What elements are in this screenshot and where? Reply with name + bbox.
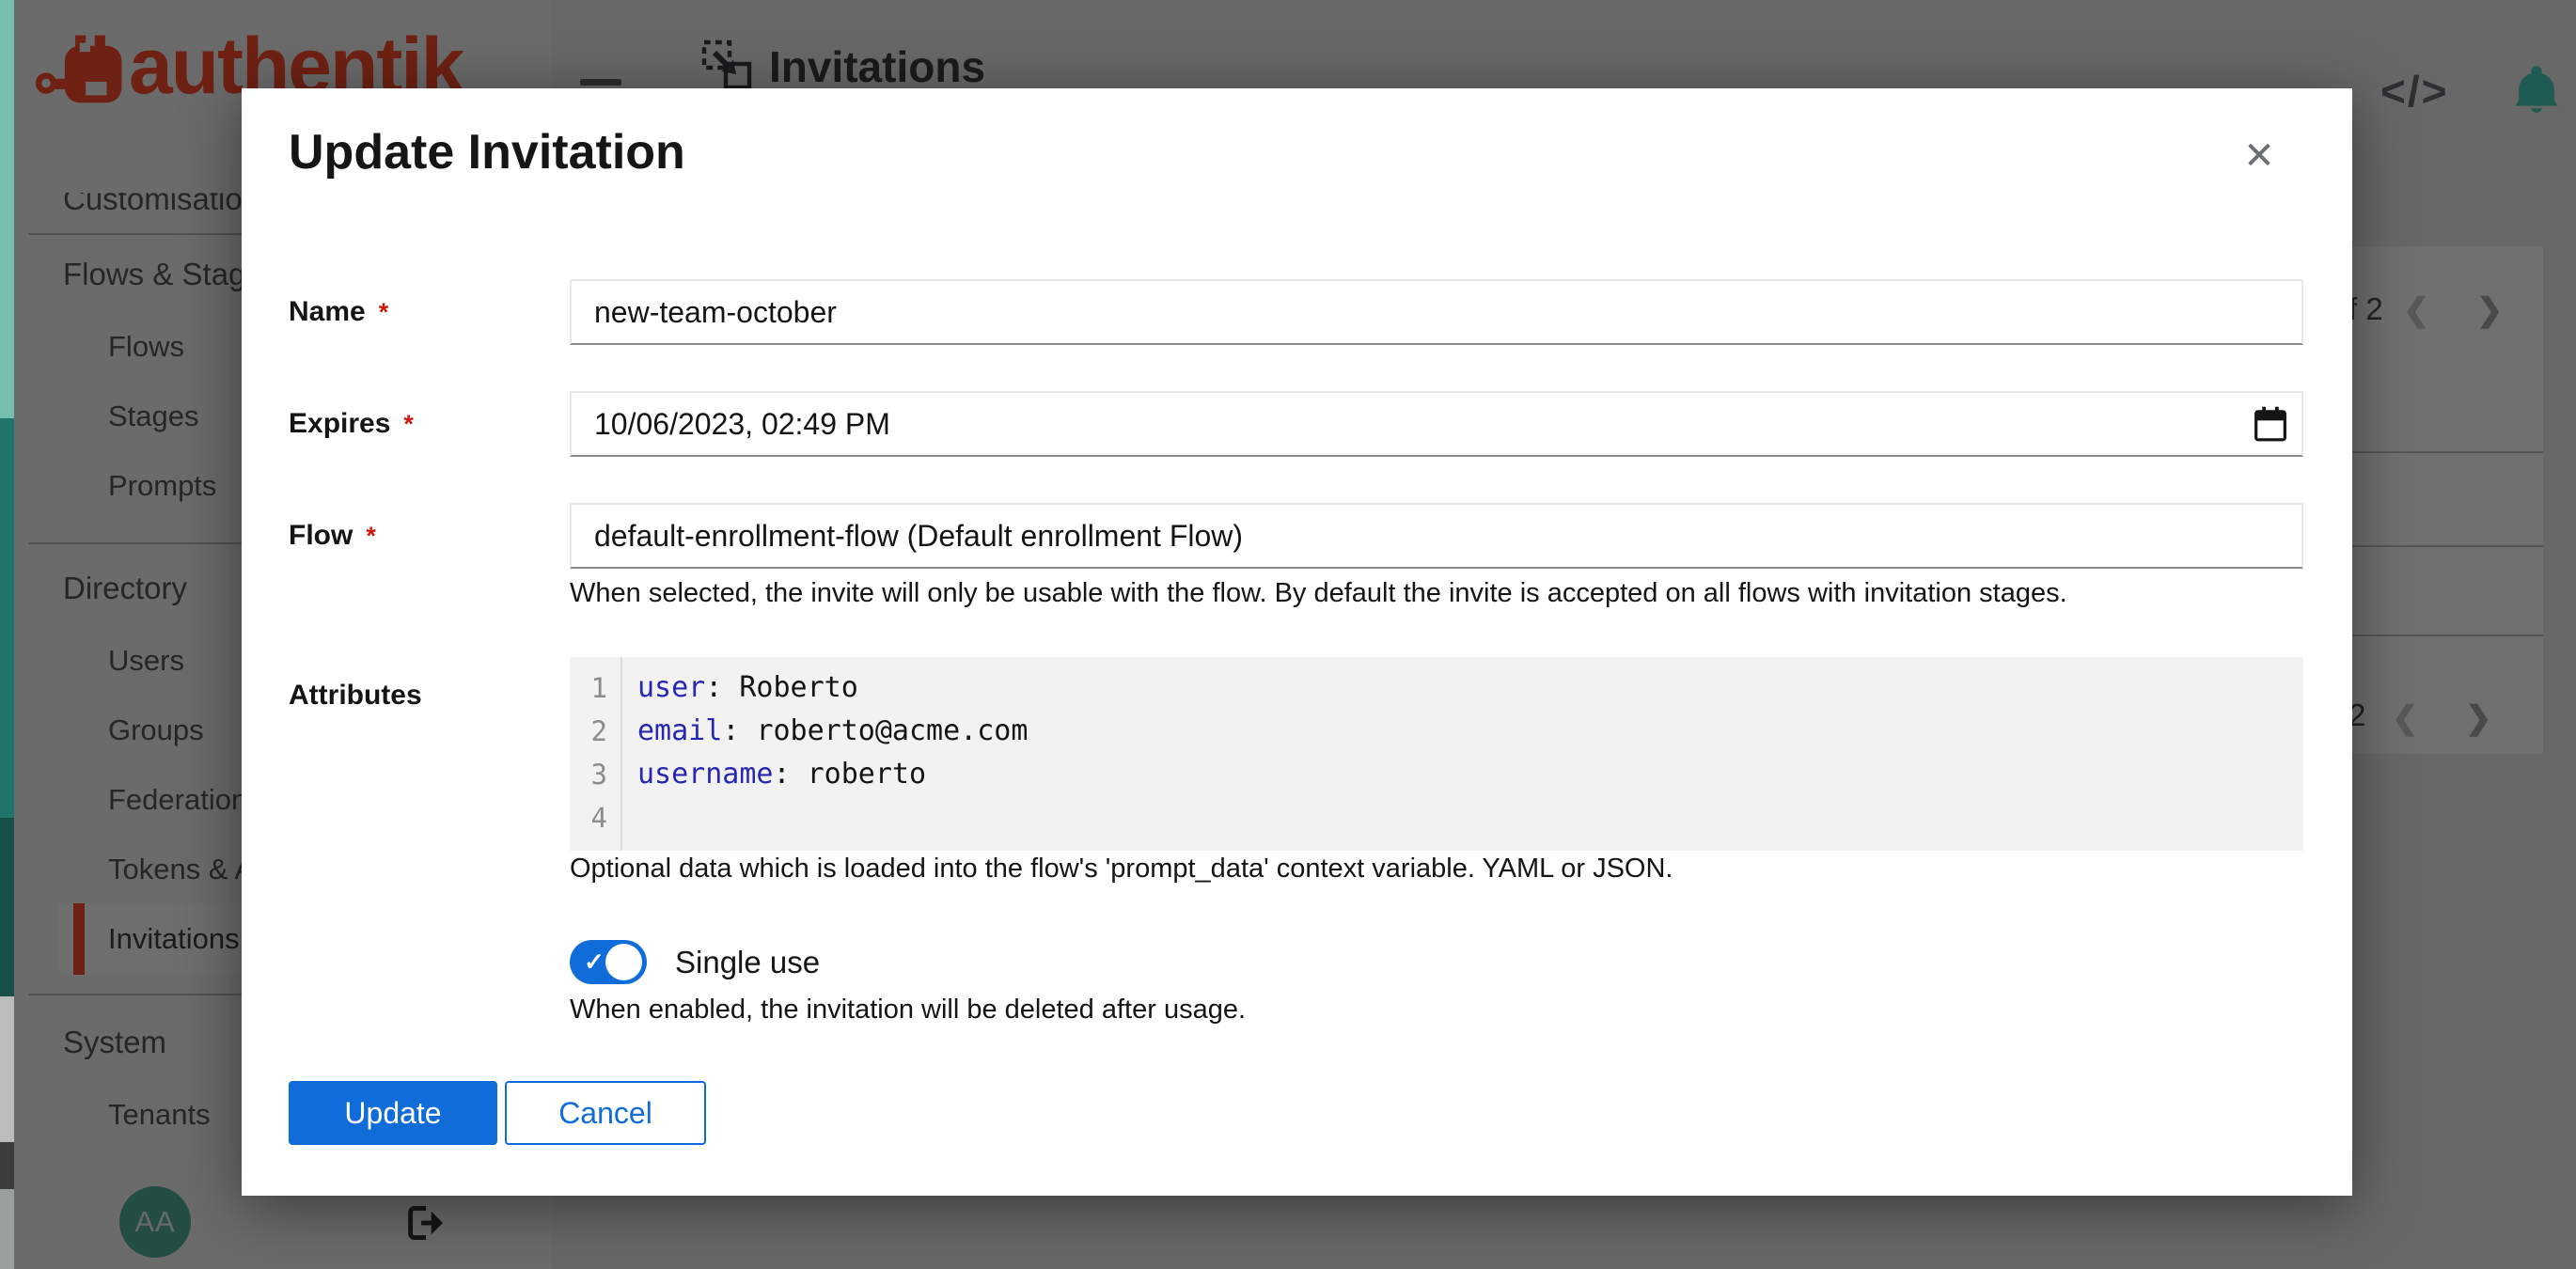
required-marker: * (366, 522, 376, 550)
code-line: 3username: roberto (570, 753, 2303, 796)
check-icon: ✓ (584, 940, 605, 984)
attributes-label: Attributes (289, 680, 422, 712)
code-line: 4 (570, 796, 2303, 839)
expires-input[interactable] (570, 391, 2303, 457)
flow-help-text: When selected, the invite will only be u… (570, 578, 2318, 609)
required-marker: * (379, 298, 389, 326)
attributes-code-editor[interactable]: 1user: Roberto 2email: roberto@acme.com … (570, 657, 2303, 851)
line-number: 4 (570, 796, 620, 839)
name-label: Name * (289, 296, 388, 328)
toggle-knob (605, 944, 642, 980)
calendar-icon[interactable] (2254, 406, 2287, 442)
modal-title: Update Invitation (289, 124, 685, 180)
label-text: Flow (289, 520, 353, 551)
code-line: 1user: Roberto (570, 666, 2303, 710)
cancel-button[interactable]: Cancel (505, 1081, 706, 1145)
line-number: 2 (570, 710, 620, 753)
code-text (620, 796, 637, 839)
label-text: Expires (289, 408, 390, 439)
update-button[interactable]: Update (289, 1081, 497, 1145)
line-number: 1 (570, 666, 620, 710)
single-use-help-text: When enabled, the invitation will be del… (570, 995, 2318, 1026)
close-icon[interactable]: ✕ (2233, 130, 2285, 182)
name-input[interactable] (570, 279, 2303, 345)
attributes-help-text: Optional data which is loaded into the f… (570, 854, 2318, 885)
single-use-toggle[interactable]: ✓ (570, 940, 647, 984)
single-use-label: Single use (675, 940, 820, 984)
gutter-divider (620, 657, 622, 851)
update-invitation-modal: Update Invitation ✕ Name * Expires * Flow *… (242, 88, 2352, 1196)
label-text: Name (289, 296, 366, 327)
label-text: Attributes (289, 680, 422, 711)
code-text: email: roberto@acme.com (620, 710, 1028, 753)
flow-label: Flow * (289, 520, 376, 552)
code-text: user: Roberto (620, 666, 858, 710)
expires-label: Expires * (289, 408, 414, 440)
code-line: 2email: roberto@acme.com (570, 710, 2303, 753)
screen: Customisation Flows & Stages Flows Stage… (0, 0, 2576, 1269)
line-number: 3 (570, 753, 620, 796)
code-text: username: roberto (620, 753, 926, 796)
scrollbar-strip[interactable] (0, 0, 14, 1269)
required-marker: * (403, 410, 414, 438)
flow-input[interactable] (570, 503, 2303, 569)
